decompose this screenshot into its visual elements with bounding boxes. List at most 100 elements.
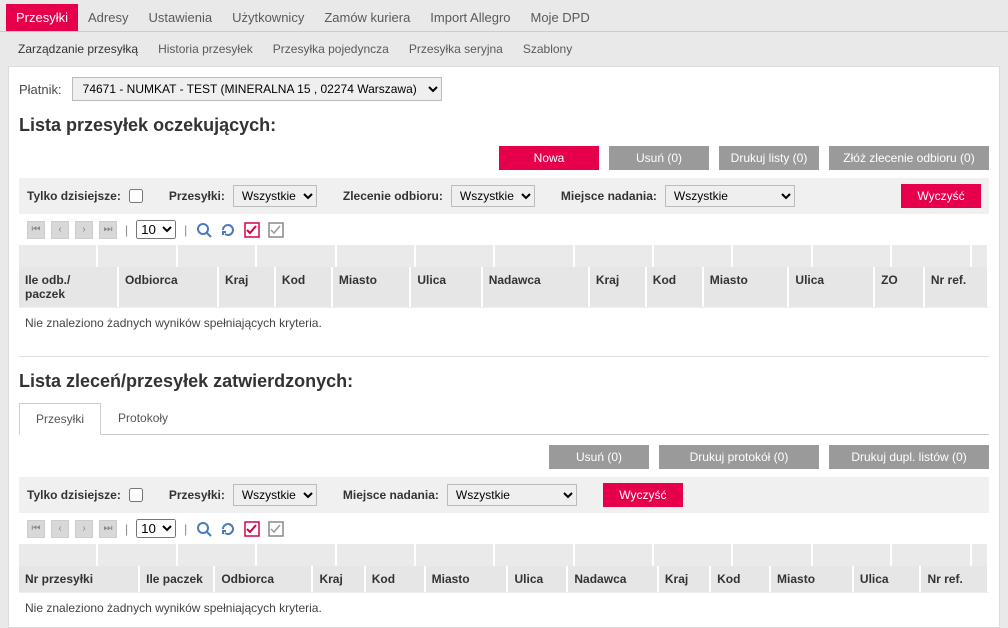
- sub-nav-tab[interactable]: Historia przesyłek: [148, 36, 263, 62]
- pending-filter-row: Tylko dzisiejsze: Przesyłki: Wszystkie Z…: [19, 178, 989, 214]
- uncheck-icon[interactable]: [267, 520, 285, 538]
- main-nav-tab[interactable]: Użytkownicy: [222, 4, 314, 31]
- payer-select[interactable]: 74671 - NUMKAT - TEST (MINERALNA 15 , 02…: [72, 77, 442, 101]
- new-button[interactable]: Nowa: [499, 146, 599, 170]
- main-nav-tab[interactable]: Import Allegro: [420, 4, 520, 31]
- pending-no-results: Nie znaleziono żadnych wyników spełniają…: [19, 307, 989, 338]
- divider: [19, 356, 989, 357]
- main-nav-tab[interactable]: Ustawienia: [138, 4, 222, 31]
- sub-nav-tab[interactable]: Zarządzanie przesyłką: [8, 36, 148, 62]
- col-header: Ulica: [854, 566, 922, 592]
- main-nav-tab[interactable]: Przesyłki: [6, 4, 78, 31]
- delete-button[interactable]: Usuń (0): [609, 146, 709, 170]
- shipments-select[interactable]: Wszystkie: [233, 185, 317, 207]
- col-header: Ulica: [789, 267, 875, 307]
- col-header: Nr przesyłki: [19, 566, 140, 592]
- col-header: Kraj: [219, 267, 276, 307]
- confirmed-filter-row: Tylko dzisiejsze: Przesyłki: Wszystkie M…: [19, 477, 989, 513]
- col-header: Miasto: [333, 267, 411, 307]
- search-icon[interactable]: [195, 520, 213, 538]
- col-header: Ulica: [508, 566, 568, 592]
- sub-nav: Zarządzanie przesyłką Historia przesyłek…: [0, 31, 1008, 66]
- sub-nav-tab[interactable]: Przesyłka seryjna: [399, 36, 513, 62]
- page-size-select[interactable]: 10: [136, 220, 176, 239]
- print-protocol-button[interactable]: Drukuj protokół (0): [659, 445, 819, 469]
- col-header: Odbiorca: [119, 267, 219, 307]
- print-lists-button[interactable]: Drukuj listy (0): [719, 146, 819, 170]
- col-header: Nr ref.: [925, 267, 989, 307]
- col-header: Kod: [366, 566, 426, 592]
- confirmed-no-results: Nie znaleziono żadnych wyników spełniają…: [19, 592, 989, 623]
- page-size-select[interactable]: 10: [136, 519, 176, 538]
- only-today-label: Tylko dzisiejsze:: [27, 189, 121, 203]
- first-page-icon[interactable]: ⏮: [27, 221, 45, 239]
- separator: |: [125, 223, 128, 237]
- check-icon[interactable]: [243, 221, 261, 239]
- refresh-icon[interactable]: [219, 520, 237, 538]
- col-header: Miasto: [426, 566, 509, 592]
- col-header: Ile odb./ paczek: [19, 267, 119, 307]
- next-page-icon[interactable]: ›: [75, 520, 93, 538]
- col-header: Kod: [711, 566, 771, 592]
- confirmed-tabs: Przesyłki Protokoły: [19, 402, 989, 435]
- prev-page-icon[interactable]: ‹: [51, 520, 69, 538]
- main-nav-tab[interactable]: Zamów kuriera: [314, 4, 420, 31]
- first-page-icon[interactable]: ⏮: [27, 520, 45, 538]
- collect-order-label: Zlecenie odbioru:: [343, 189, 443, 203]
- ship-from-select[interactable]: Wszystkie: [447, 484, 577, 506]
- collect-order-select[interactable]: Wszystkie: [451, 185, 535, 207]
- pending-title: Lista przesyłek oczekujących:: [19, 115, 989, 136]
- main-nav-tab[interactable]: Adresy: [78, 4, 138, 31]
- only-today-checkbox[interactable]: [129, 189, 143, 203]
- print-dupl-button[interactable]: Drukuj dupl. listów (0): [829, 445, 989, 469]
- last-page-icon[interactable]: ⏭: [99, 221, 117, 239]
- col-header: Kod: [276, 267, 333, 307]
- confirmed-table-header: Nr przesyłki Ile paczek Odbiorca Kraj Ko…: [19, 566, 989, 592]
- prev-page-icon[interactable]: ‹: [51, 221, 69, 239]
- col-header: Miasto: [771, 566, 854, 592]
- separator: |: [184, 223, 187, 237]
- col-header: Kraj: [659, 566, 711, 592]
- refresh-icon[interactable]: [219, 221, 237, 239]
- next-page-icon[interactable]: ›: [75, 221, 93, 239]
- separator: |: [184, 522, 187, 536]
- col-header: Nadawca: [568, 566, 659, 592]
- ship-from-label: Miejsce nadania:: [343, 488, 439, 502]
- only-today-checkbox[interactable]: [129, 488, 143, 502]
- col-header: Ile paczek: [140, 566, 215, 592]
- col-header: Ulica: [411, 267, 482, 307]
- sub-nav-tab[interactable]: Przesyłka pojedyncza: [263, 36, 399, 62]
- confirmed-subheader: [19, 544, 989, 566]
- confirmed-delete-button[interactable]: Usuń (0): [549, 445, 649, 469]
- last-page-icon[interactable]: ⏭: [99, 520, 117, 538]
- search-icon[interactable]: [195, 221, 213, 239]
- confirmed-action-bar: Usuń (0) Drukuj protokół (0) Drukuj dupl…: [19, 445, 989, 469]
- place-order-button[interactable]: Złóż zlecenie odbioru (0): [829, 146, 989, 170]
- separator: |: [125, 522, 128, 536]
- sub-nav-tab[interactable]: Szablony: [513, 36, 582, 62]
- col-header: ZO: [875, 267, 925, 307]
- col-header: Nadawca: [483, 267, 590, 307]
- col-header: Kraj: [590, 267, 647, 307]
- pending-action-bar: Nowa Usuń (0) Drukuj listy (0) Złóż zlec…: [19, 146, 989, 170]
- clear-button[interactable]: Wyczyść: [603, 483, 683, 507]
- main-nav: Przesyłki Adresy Ustawienia Użytkownicy …: [0, 0, 1008, 31]
- pending-table-header: Ile odb./ paczek Odbiorca Kraj Kod Miast…: [19, 267, 989, 307]
- main-nav-tab[interactable]: Moje DPD: [521, 4, 600, 31]
- clear-button[interactable]: Wyczyść: [901, 184, 981, 208]
- uncheck-icon[interactable]: [267, 221, 285, 239]
- only-today-label: Tylko dzisiejsze:: [27, 488, 121, 502]
- confirmed-tab-protocols[interactable]: Protokoły: [101, 402, 185, 434]
- ship-from-select[interactable]: Wszystkie: [665, 185, 795, 207]
- payer-row: Płatnik: 74671 - NUMKAT - TEST (MINERALN…: [19, 77, 989, 101]
- check-icon[interactable]: [243, 520, 261, 538]
- shipments-select[interactable]: Wszystkie: [233, 484, 317, 506]
- pending-subheader: [19, 245, 989, 267]
- col-header: Odbiorca: [215, 566, 313, 592]
- pending-pager: ⏮ ‹ › ⏭ | 10 |: [19, 214, 989, 245]
- col-header: Kraj: [313, 566, 365, 592]
- shipments-label: Przesyłki:: [169, 189, 225, 203]
- confirmed-tab-shipments[interactable]: Przesyłki: [19, 403, 101, 435]
- shipments-label: Przesyłki:: [169, 488, 225, 502]
- confirmed-title: Lista zleceń/przesyłek zatwierdzonych:: [19, 371, 989, 392]
